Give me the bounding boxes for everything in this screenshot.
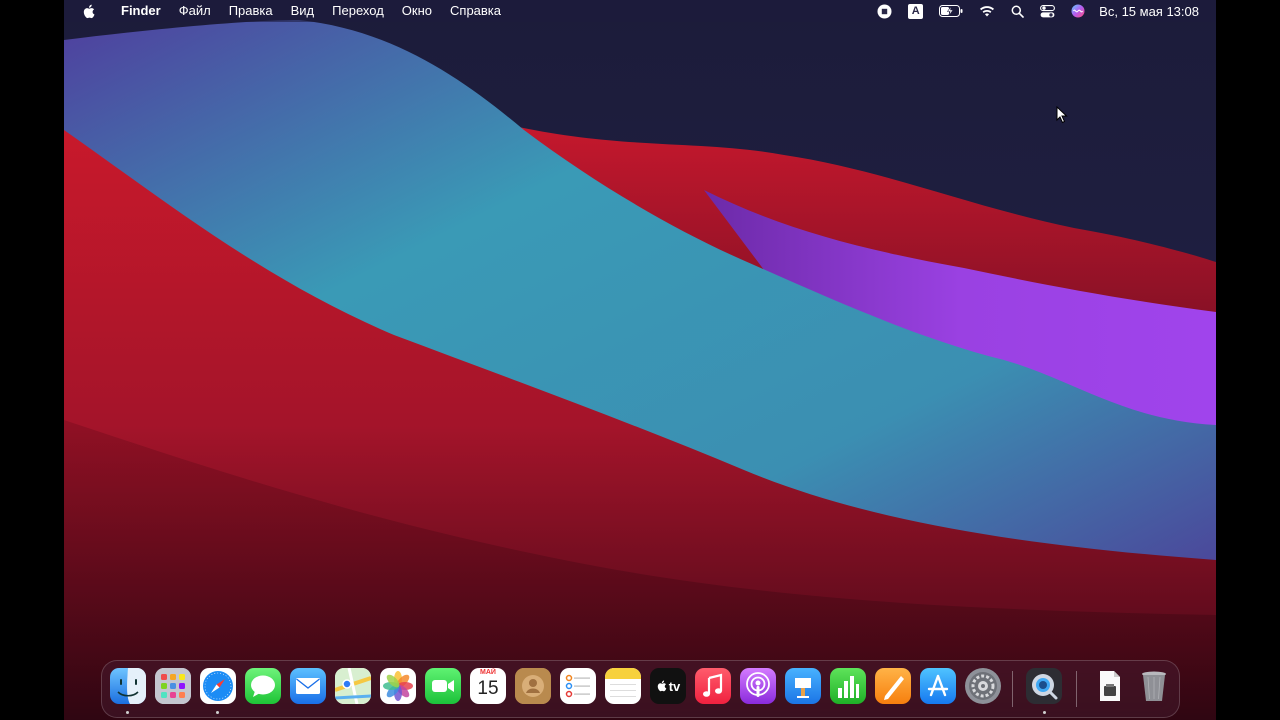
reminders-icon[interactable] xyxy=(560,668,596,704)
menu-view[interactable]: Вид xyxy=(282,0,324,22)
dock-separator xyxy=(1012,671,1013,707)
dock: МАЙ 15 tv xyxy=(101,660,1180,718)
system-preferences-icon[interactable] xyxy=(965,668,1001,704)
pages-icon[interactable] xyxy=(875,668,911,704)
apple-menu-icon[interactable] xyxy=(82,3,96,19)
trash-icon[interactable] xyxy=(1136,668,1172,704)
menu-window[interactable]: Окно xyxy=(393,0,441,22)
battery-charging-icon[interactable] xyxy=(939,0,963,22)
messages-icon[interactable] xyxy=(245,668,281,704)
menu-file[interactable]: Файл xyxy=(170,0,220,22)
wallpaper xyxy=(64,0,1216,720)
apple-tv-icon[interactable]: tv xyxy=(650,668,686,704)
menu-go[interactable]: Переход xyxy=(323,0,393,22)
contacts-icon[interactable] xyxy=(515,668,551,704)
photos-icon[interactable] xyxy=(380,668,416,704)
notes-icon[interactable] xyxy=(605,668,641,704)
finder-icon[interactable] xyxy=(110,668,146,704)
quicktime-running-indicator xyxy=(1043,711,1046,714)
siri-icon[interactable] xyxy=(1071,0,1085,22)
wifi-icon[interactable] xyxy=(979,0,995,22)
maps-icon[interactable] xyxy=(335,668,371,704)
menu-app-finder[interactable]: Finder xyxy=(112,0,170,22)
control-center-icon[interactable] xyxy=(1040,0,1056,22)
app-store-icon[interactable] xyxy=(920,668,956,704)
desktop[interactable]: Finder Файл Правка Вид Переход Окно Спра… xyxy=(64,0,1216,720)
spotlight-search-icon[interactable] xyxy=(1011,0,1024,22)
mail-icon[interactable] xyxy=(290,668,326,704)
finder-running-indicator xyxy=(126,711,129,714)
clock[interactable]: Вс, 15 мая 13:08 xyxy=(1099,4,1199,19)
document-icon[interactable] xyxy=(1091,668,1127,704)
menu-help[interactable]: Справка xyxy=(441,0,510,22)
music-icon[interactable] xyxy=(695,668,731,704)
launchpad-icon[interactable] xyxy=(155,668,191,704)
apple-tv-label: tv xyxy=(668,678,681,694)
menu-bar: Finder Файл Правка Вид Переход Окно Спра… xyxy=(64,0,1216,22)
calendar-month: МАЙ xyxy=(480,669,496,676)
safari-icon[interactable] xyxy=(200,668,236,704)
keyboard-layout-icon[interactable]: A xyxy=(908,0,924,22)
calendar-icon[interactable]: МАЙ 15 xyxy=(470,668,506,704)
keyboard-layout-letter: A xyxy=(908,3,924,19)
numbers-icon[interactable] xyxy=(830,668,866,704)
keynote-icon[interactable] xyxy=(785,668,821,704)
podcasts-icon[interactable] xyxy=(740,668,776,704)
safari-running-indicator xyxy=(216,711,219,714)
quicktime-player-icon[interactable] xyxy=(1026,668,1062,704)
facetime-icon[interactable] xyxy=(425,668,461,704)
calendar-day: 15 xyxy=(477,678,499,699)
menu-edit[interactable]: Правка xyxy=(220,0,282,22)
mouse-pointer-icon xyxy=(1056,106,1068,124)
screen-record-icon[interactable] xyxy=(877,0,892,22)
dock-separator-2 xyxy=(1076,671,1077,707)
